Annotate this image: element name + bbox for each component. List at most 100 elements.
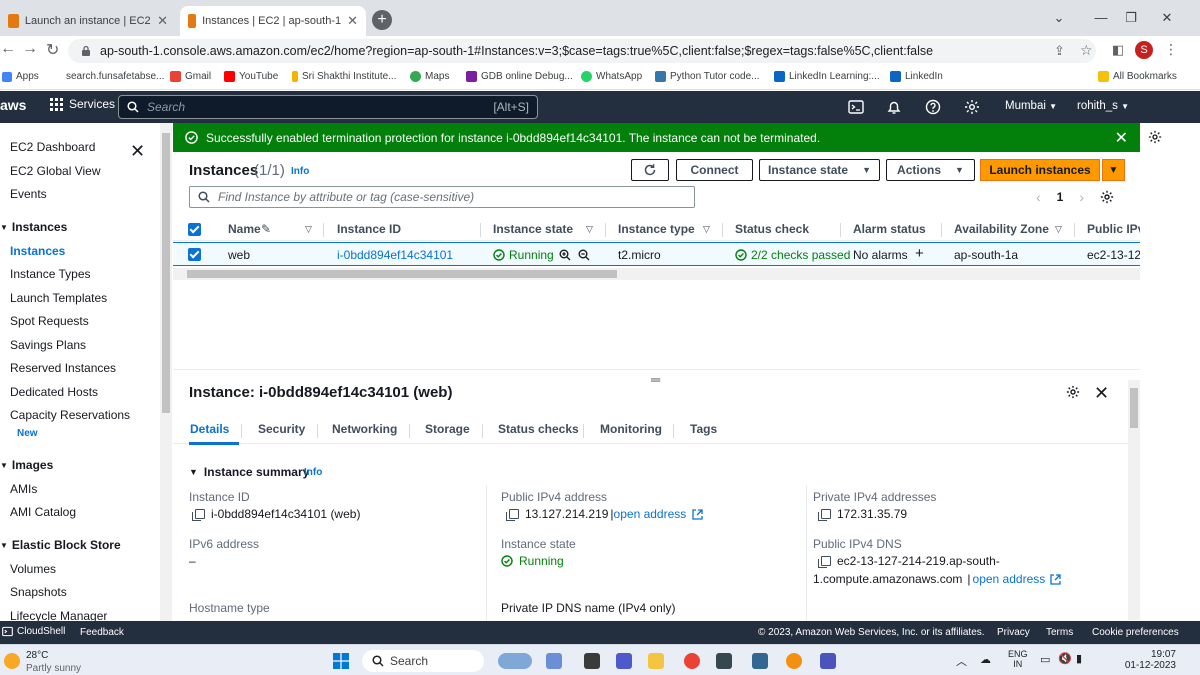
widgets-landscape-icon[interactable] (498, 653, 532, 669)
all-bookmarks[interactable]: All Bookmarks (1098, 71, 1177, 82)
sidebar-item-ami-catalog[interactable]: AMI Catalog (10, 505, 76, 519)
services-menu[interactable]: Services (50, 97, 115, 111)
summary-info-link[interactable]: Info (304, 467, 322, 478)
column-header-instance-type[interactable]: Instance type (618, 222, 695, 236)
zoom-out-icon[interactable] (578, 249, 590, 261)
bookmark-funsafetab[interactable]: search.funsafetabse... (66, 71, 164, 82)
sidebar-item-reserved-instances[interactable]: Reserved Instances (10, 361, 116, 375)
column-header-instance-id[interactable]: Instance ID (337, 222, 401, 236)
prev-page-icon[interactable]: ‹ (1036, 189, 1041, 205)
cloudshell-button[interactable]: CloudShell (2, 626, 65, 637)
column-header-instance-state[interactable]: Instance state (493, 222, 573, 236)
new-tab-icon[interactable]: + (372, 10, 392, 30)
browser-tab-instances[interactable]: Instances | EC2 | ap-south-1 ✕ (180, 6, 366, 36)
sidebar-item-snapshots[interactable]: Snapshots (10, 585, 67, 599)
table-settings-gear-icon[interactable] (1100, 190, 1114, 204)
actions-button[interactable]: Actions ▼ (886, 159, 975, 181)
volume-muted-icon[interactable]: 🔇 (1058, 652, 1072, 665)
tab-details[interactable]: Details (190, 422, 229, 436)
column-divider[interactable] (840, 223, 841, 237)
column-divider[interactable] (1074, 223, 1075, 237)
weather-temp[interactable]: 28°C (26, 650, 48, 661)
copilot-icon[interactable] (546, 653, 562, 669)
teams-icon[interactable] (616, 653, 632, 669)
tray-chevron-icon[interactable]: ︿ (956, 653, 967, 669)
sort-caret-icon[interactable]: ▽ (1055, 224, 1062, 235)
teams-alt-icon[interactable] (820, 653, 836, 669)
sidebar-item-ec2-global-view[interactable]: EC2 Global View (10, 164, 101, 178)
sidebar-scrollbar[interactable] (160, 123, 172, 621)
chrome-icon[interactable] (684, 653, 700, 669)
scrollbar-thumb[interactable] (187, 270, 617, 278)
tab-tags[interactable]: Tags (690, 422, 717, 436)
select-all-checkbox[interactable] (188, 223, 201, 236)
taskbar-search[interactable]: Search (362, 650, 484, 672)
profile-avatar[interactable]: S (1135, 41, 1153, 59)
sidebar-item-dedicated-hosts[interactable]: Dedicated Hosts (10, 385, 98, 399)
file-explorer-icon[interactable] (648, 653, 664, 669)
tab-close-icon[interactable]: ✕ (347, 13, 358, 29)
windows-start-icon[interactable] (333, 653, 349, 669)
tab-monitoring[interactable]: Monitoring (600, 422, 662, 436)
current-page[interactable]: 1 (1057, 190, 1064, 204)
add-alarm-plus-icon[interactable]: + (915, 245, 924, 262)
settings-gear-icon[interactable] (964, 99, 980, 115)
language-indicator[interactable]: ENG IN (1008, 649, 1028, 669)
column-divider[interactable] (941, 223, 942, 237)
share-icon[interactable]: ⇪ (1054, 43, 1065, 59)
open-address-link[interactable]: open address (973, 572, 1046, 586)
sidebar-section-instances[interactable]: ▼ Instances (0, 220, 67, 234)
bookmark-star-icon[interactable]: ☆ (1080, 42, 1093, 59)
column-header-public-ipv4[interactable]: Public IPv4 (1087, 222, 1140, 236)
sidebar-item-launch-templates[interactable]: Launch Templates (10, 291, 107, 305)
window-close-icon[interactable]: ✕ (1152, 8, 1182, 28)
column-divider[interactable] (722, 223, 723, 237)
scrollbar-thumb[interactable] (162, 133, 170, 413)
table-horizontal-scrollbar[interactable] (173, 268, 1140, 280)
column-header-alarm-status[interactable]: Alarm status (853, 222, 926, 236)
sort-caret-icon[interactable]: ▽ (305, 224, 312, 235)
minimize-icon[interactable]: — (1086, 8, 1116, 28)
region-selector[interactable]: Mumbai ▼ (1005, 100, 1057, 112)
bookmark-sri-shakthi[interactable]: Sri Shakthi Institute... (292, 71, 397, 82)
sidebar-item-lifecycle-manager[interactable]: Lifecycle Manager (10, 609, 107, 621)
bookmark-youtube[interactable]: YouTube (224, 71, 278, 82)
account-menu[interactable]: rohith_s ▼ (1077, 100, 1129, 112)
sidebar-item-instances[interactable]: Instances (10, 244, 65, 258)
sidebar-section-images[interactable]: ▼ Images (0, 458, 53, 472)
flash-close-icon[interactable]: ✕ (1115, 128, 1128, 148)
forward-icon[interactable]: → (22, 40, 38, 58)
find-instance-input[interactable]: Find Instance by attribute or tag (case-… (189, 186, 695, 208)
browser-menu-icon[interactable]: ⋮ (1164, 41, 1178, 58)
scrollbar-thumb[interactable] (1130, 388, 1138, 428)
aws-search-input[interactable]: Search [Alt+S] (118, 95, 538, 119)
sidebar-item-ec2-dashboard[interactable]: EC2 Dashboard (10, 140, 95, 154)
split-panel-drag-handle[interactable]: ═ (651, 372, 660, 387)
edit-pencil-icon[interactable]: ✎ (261, 222, 271, 236)
sidebar-close-icon[interactable]: ✕ (130, 141, 145, 162)
column-divider[interactable] (480, 223, 481, 237)
tab-status-checks[interactable]: Status checks (498, 422, 579, 436)
detail-scrollbar[interactable] (1128, 380, 1140, 620)
split-panel-close-icon[interactable]: ✕ (1094, 383, 1109, 404)
sidebar-item-volumes[interactable]: Volumes (10, 562, 56, 576)
launch-instances-button[interactable]: Launch instances (980, 159, 1100, 181)
sidebar-item-spot-requests[interactable]: Spot Requests (10, 314, 89, 328)
cloudshell-icon[interactable] (848, 99, 864, 115)
system-clock[interactable]: 19:07 01-12-2023 (1124, 649, 1176, 671)
sidebar-item-savings-plans[interactable]: Savings Plans (10, 338, 86, 352)
column-divider[interactable] (605, 223, 606, 237)
sidebar-item-events[interactable]: Events (10, 187, 47, 201)
tab-search-icon[interactable]: ⌄ (1044, 8, 1074, 28)
tab-security[interactable]: Security (258, 422, 305, 436)
sidebar-section-ebs[interactable]: ▼ Elastic Block Store (0, 538, 121, 552)
browser-tab-launch[interactable]: Launch an instance | EC2 | ap-so ✕ (0, 6, 176, 36)
aws-logo[interactable]: aws (0, 97, 26, 113)
row-checkbox[interactable] (188, 248, 201, 261)
task-view-icon[interactable] (584, 653, 600, 669)
tab-storage[interactable]: Storage (425, 422, 470, 436)
bookmark-apps[interactable]: Apps (2, 71, 39, 82)
bookmark-maps[interactable]: Maps (410, 71, 449, 82)
open-address-link[interactable]: open address (614, 507, 687, 521)
battery-icon[interactable]: ▮ (1076, 652, 1082, 665)
